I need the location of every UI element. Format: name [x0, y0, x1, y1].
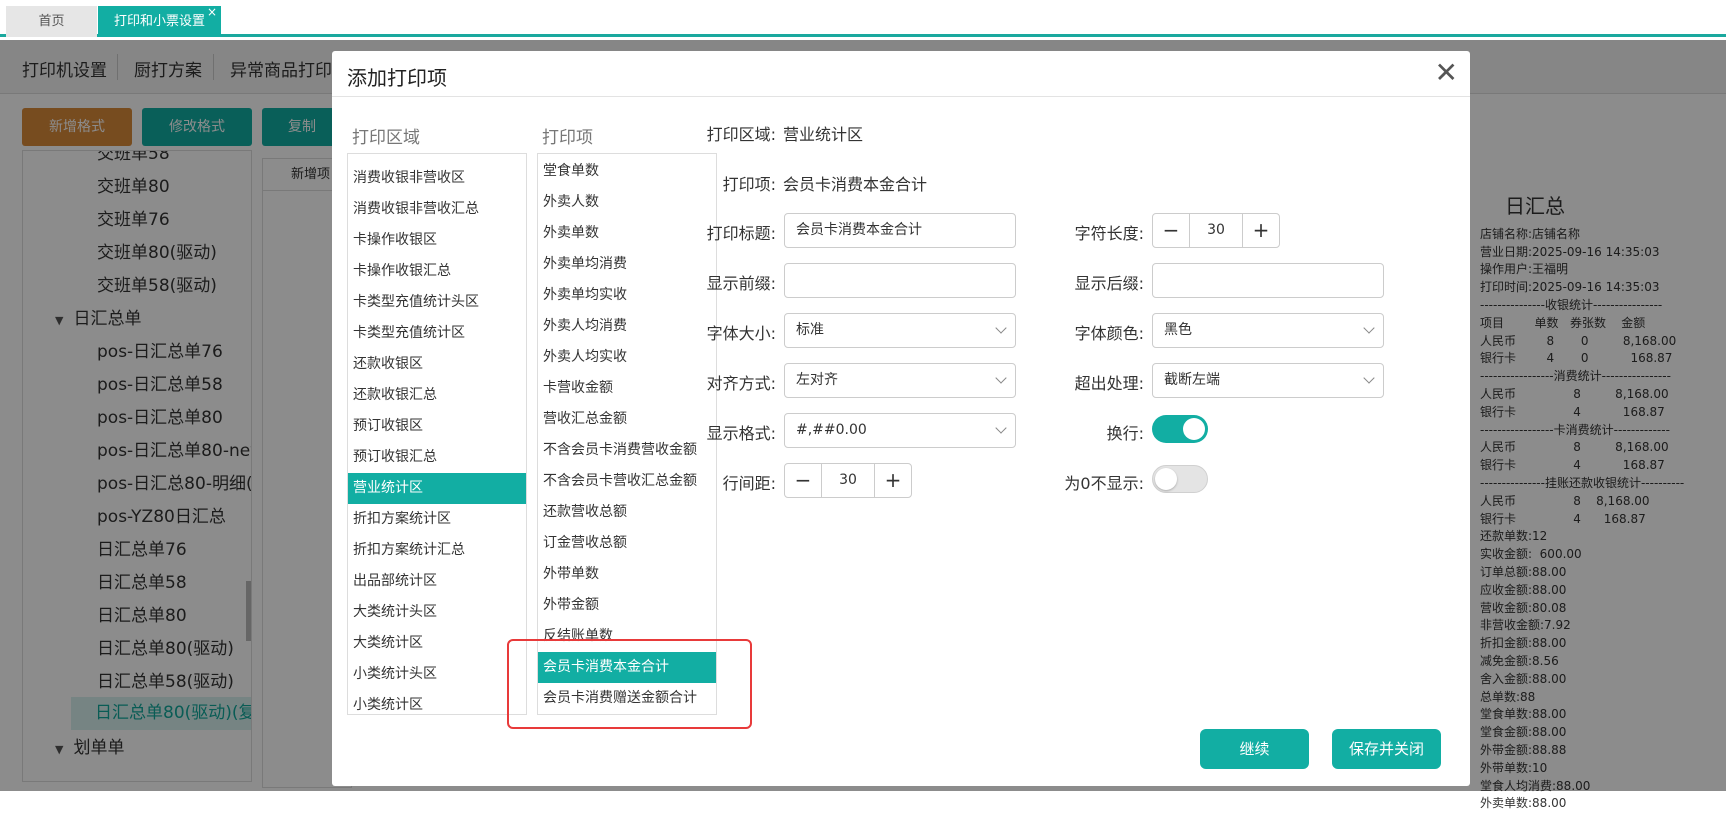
tab-home[interactable]: 首页 — [6, 6, 97, 37]
list-item[interactable]: 外带单数 — [538, 559, 716, 590]
area-column-header: 打印区域 — [352, 128, 420, 148]
list-item[interactable]: 小类统计头区 — [348, 659, 526, 690]
overflow-label: 超出处理: — [1074, 374, 1144, 393]
fontsize-select[interactable]: 标准 — [784, 313, 1016, 348]
format-value: #,##0.00 — [796, 422, 867, 438]
plus-button[interactable]: + — [1243, 214, 1279, 247]
list-item[interactable]: 消费收银非营收汇总 — [348, 194, 526, 225]
chevron-down-icon — [1363, 372, 1375, 384]
title-input[interactable]: 会员卡消费本金合计 — [784, 213, 1016, 248]
chevron-down-icon — [995, 372, 1007, 384]
suffix-input[interactable] — [1152, 263, 1384, 298]
align-select[interactable]: 左对齐 — [784, 363, 1016, 398]
list-item[interactable]: 还款收银汇总 — [348, 380, 526, 411]
wrap-toggle[interactable] — [1152, 415, 1208, 443]
title-label: 打印标题: — [706, 224, 776, 243]
item-label: 打印项: — [722, 175, 776, 194]
list-item[interactable]: 外带金额 — [538, 590, 716, 621]
close-icon[interactable]: ✕ — [1435, 59, 1458, 87]
list-item-selected[interactable]: 营业统计区 — [348, 473, 526, 504]
list-item[interactable]: 还款收银区 — [348, 349, 526, 380]
preview-line: 外卖单数:88.00 — [1480, 796, 1567, 811]
charlen-label: 字符长度: — [1074, 224, 1144, 243]
spacing-value[interactable]: 30 — [821, 464, 875, 497]
plus-button[interactable]: + — [875, 464, 911, 497]
list-item[interactable]: 预订收银汇总 — [348, 442, 526, 473]
fontsize-label: 字体大小: — [706, 324, 776, 343]
dialog-header: 添加打印项 ✕ — [332, 51, 1470, 97]
prefix-label: 显示前缀: — [706, 274, 776, 293]
list-item[interactable]: 消费收银非营收区 — [348, 163, 526, 194]
item-column-header: 打印项 — [542, 128, 593, 148]
overflow-select[interactable]: 截断左端 — [1152, 363, 1384, 398]
tab-label: 打印和小票设置 — [113, 14, 205, 29]
align-label: 对齐方式: — [706, 374, 776, 393]
item-value: 会员卡消费本金合计 — [783, 175, 928, 194]
minus-button[interactable]: − — [1153, 214, 1189, 247]
save-close-button[interactable]: 保存并关闭 — [1332, 729, 1441, 769]
suffix-label: 显示后缀: — [1074, 274, 1144, 293]
list-item[interactable]: 出品部统计区 — [348, 566, 526, 597]
list-item[interactable]: 订金营收总额 — [538, 528, 716, 559]
toggle-knob — [1183, 418, 1205, 440]
print-area-list: 消费收银非营收区 消费收银非营收汇总 卡操作收银区 卡操作收银汇总 卡类型充值统… — [347, 153, 527, 715]
tab-bar: 首页 打印和小票设置 × — [0, 0, 1726, 37]
list-item[interactable]: 大类统计头区 — [348, 597, 526, 628]
overflow-value: 截断左端 — [1164, 372, 1220, 388]
charlen-value[interactable]: 30 — [1189, 214, 1243, 247]
list-item[interactable]: 外卖人均实收 — [538, 342, 716, 373]
tab-close-icon[interactable]: × — [207, 0, 217, 28]
list-item[interactable]: 小类统计区 — [348, 690, 526, 714]
align-value: 左对齐 — [796, 372, 838, 388]
spacing-stepper: − 30 + — [784, 463, 912, 498]
prefix-input[interactable] — [784, 263, 1016, 298]
fontcolor-value: 黑色 — [1164, 322, 1192, 338]
list-item[interactable]: 卡操作收银区 — [348, 225, 526, 256]
hidezero-label: 为0不显示: — [1064, 474, 1144, 493]
list-item[interactable]: 大类统计区 — [348, 628, 526, 659]
fontsize-value: 标准 — [796, 322, 824, 338]
continue-button[interactable]: 继续 — [1200, 729, 1309, 769]
chevron-down-icon — [995, 422, 1007, 434]
list-item[interactable]: 折扣方案统计区 — [348, 504, 526, 535]
highlight-annotation — [507, 639, 752, 729]
fontcolor-select[interactable]: 黑色 — [1152, 313, 1384, 348]
format-select[interactable]: #,##0.00 — [784, 413, 1016, 448]
list-item[interactable]: 卡类型充值统计头区 — [348, 287, 526, 318]
area-label: 打印区域: — [706, 125, 776, 144]
toggle-knob — [1155, 468, 1177, 490]
add-print-item-dialog: 添加打印项 ✕ 打印区域 打印项 消费收银非营收区 消费收银非营收汇总 卡操作收… — [332, 51, 1470, 786]
minus-button[interactable]: − — [785, 464, 821, 497]
tab-print-settings[interactable]: 打印和小票设置 × — [98, 5, 221, 37]
charlen-stepper: − 30 + — [1152, 213, 1280, 248]
list-item[interactable]: 预订收银区 — [348, 411, 526, 442]
list-item[interactable]: 卡类型充值统计区 — [348, 318, 526, 349]
list-item[interactable]: 折扣方案统计汇总 — [348, 535, 526, 566]
chevron-down-icon — [995, 322, 1007, 334]
format-label: 显示格式: — [706, 424, 776, 443]
spacing-label: 行间距: — [722, 474, 776, 493]
list-item[interactable]: 还款营收总额 — [538, 497, 716, 528]
dialog-title: 添加打印项 — [347, 66, 447, 90]
chevron-down-icon — [1363, 322, 1375, 334]
hidezero-toggle[interactable] — [1152, 465, 1208, 493]
wrap-label: 换行: — [1106, 424, 1144, 443]
list-item[interactable]: 卡操作收银汇总 — [348, 256, 526, 287]
fontcolor-label: 字体颜色: — [1074, 324, 1144, 343]
area-value: 营业统计区 — [783, 125, 864, 144]
